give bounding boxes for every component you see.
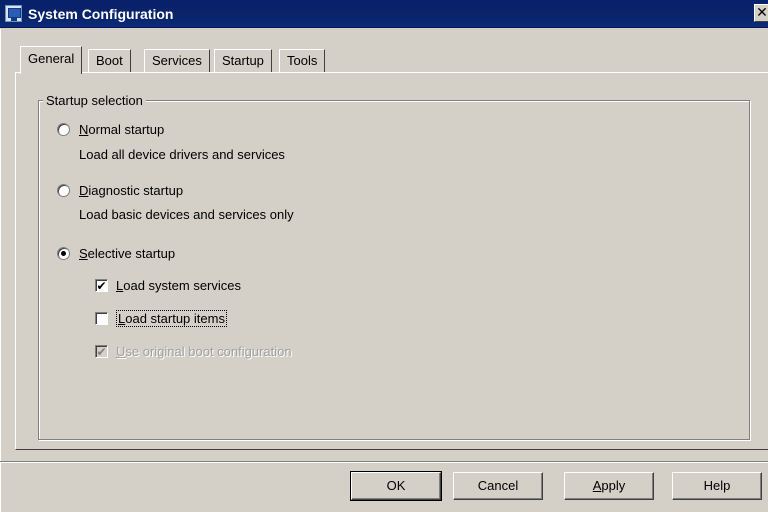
window-title: System Configuration — [28, 6, 174, 22]
tab-strip: General Boot Services Startup Tools — [0, 30, 768, 76]
diagnostic-startup-radio[interactable] — [57, 183, 70, 197]
ok-button[interactable]: OK — [350, 471, 442, 501]
tab-services[interactable]: Services — [144, 49, 210, 72]
button-area-divider — [0, 461, 768, 463]
normal-startup-description: Load all device drivers and services — [79, 147, 285, 162]
load-system-services-checkbox[interactable]: ✔ — [95, 278, 108, 292]
window-left-edge — [0, 29, 2, 512]
selective-startup-radio-row[interactable]: Selective startup — [57, 244, 175, 262]
normal-startup-radio-row[interactable]: Normal startup — [57, 120, 164, 138]
load-startup-items-checkbox[interactable] — [95, 311, 108, 325]
diagnostic-startup-radio-row[interactable]: Diagnostic startup — [57, 181, 183, 199]
normal-startup-radio[interactable] — [57, 122, 70, 136]
system-configuration-app-icon — [5, 5, 22, 22]
load-system-services-row[interactable]: ✔ Load system services — [95, 276, 241, 294]
startup-selection-legend: Startup selection — [43, 93, 146, 108]
apply-button[interactable]: Apply — [564, 472, 654, 500]
diagnostic-startup-label: Diagnostic startup — [79, 182, 184, 198]
diagnostic-startup-description: Load basic devices and services only — [79, 207, 294, 222]
help-button[interactable]: Help — [672, 472, 762, 500]
close-button[interactable]: ✕ — [754, 4, 768, 22]
tab-startup[interactable]: Startup — [214, 49, 272, 72]
cancel-button[interactable]: Cancel — [453, 472, 543, 500]
tab-tools[interactable]: Tools — [279, 49, 326, 72]
use-original-boot-configuration-row: ✔ Use original boot configuration — [95, 342, 292, 360]
tab-boot[interactable]: Boot — [88, 49, 131, 72]
selective-startup-label: Selective startup — [79, 245, 176, 261]
load-startup-items-label: Load startup items — [116, 309, 227, 327]
load-system-services-label: Load system services — [116, 277, 241, 293]
load-startup-items-row[interactable]: Load startup items — [95, 309, 227, 327]
normal-startup-label: Normal startup — [79, 121, 165, 137]
use-original-boot-configuration-label: Use original boot configuration — [116, 343, 292, 359]
use-original-boot-configuration-checkbox: ✔ — [95, 344, 108, 359]
title-bar: System Configuration ✕ — [0, 0, 768, 28]
tab-general[interactable]: General — [20, 46, 83, 74]
selective-startup-radio[interactable] — [57, 246, 70, 260]
